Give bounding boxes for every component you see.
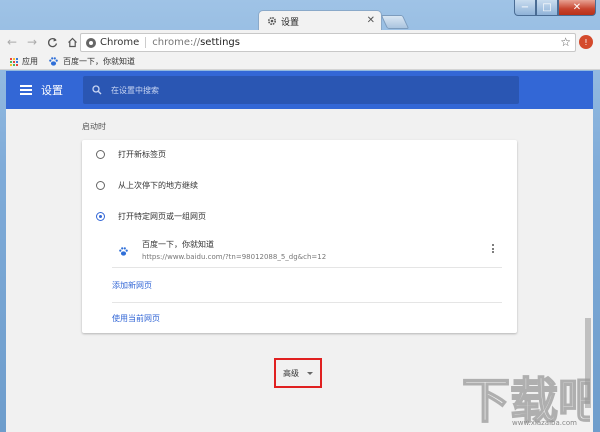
- minimize-button[interactable]: −: [514, 0, 536, 16]
- search-placeholder: 在设置中搜索: [111, 85, 159, 95]
- settings-search-input[interactable]: 在设置中搜索: [83, 76, 519, 104]
- apps-grid-icon[interactable]: [10, 57, 18, 66]
- startup-page-title: 百度一下，你就知道: [142, 240, 214, 249]
- url-scheme: chrome://: [152, 37, 201, 48]
- bookmarks-bar: 应用 百度一下，你就知道: [0, 54, 600, 70]
- address-bar[interactable]: Chrome chrome:// settings ☆: [80, 33, 576, 52]
- radio-continue[interactable]: [96, 181, 105, 190]
- startup-page-item: 百度一下，你就知道 https://www.baidu.com/?tn=9801…: [112, 232, 502, 268]
- bookmark-star-icon[interactable]: ☆: [560, 35, 571, 49]
- window-controls: − □ ✕: [514, 0, 596, 16]
- profile-alert-icon[interactable]: !: [579, 35, 593, 49]
- settings-header: 设置 在设置中搜索: [6, 71, 593, 109]
- section-label-on-startup: 启动时: [82, 122, 106, 131]
- more-vert-icon[interactable]: [492, 244, 494, 253]
- toolbar: ← → Chrome chrome:// settings ☆ !: [0, 30, 600, 54]
- add-page-link[interactable]: 添加新网页: [112, 280, 502, 291]
- close-window-button[interactable]: ✕: [558, 0, 596, 16]
- close-tab-icon[interactable]: ✕: [367, 15, 375, 26]
- maximize-button[interactable]: □: [536, 0, 558, 16]
- startup-option-continue[interactable]: 从上次停下的地方继续: [96, 180, 198, 191]
- watermark-url: www.xiazaiba.com: [512, 419, 577, 427]
- tab-settings[interactable]: 设置 ✕: [258, 10, 382, 31]
- chrome-site-icon: [86, 37, 96, 48]
- radio-label: 打开特定网页或一组网页: [118, 212, 206, 221]
- back-icon[interactable]: ←: [4, 34, 20, 50]
- watermark-logo: 下载吧: [460, 367, 600, 430]
- forward-icon[interactable]: →: [24, 34, 40, 50]
- startup-option-new-tab[interactable]: 打开新标签页: [96, 149, 166, 160]
- startup-page-url: https://www.baidu.com/?tn=98012088_5_dg&…: [142, 253, 327, 261]
- radio-new-tab[interactable]: [96, 150, 105, 159]
- radio-label: 打开新标签页: [118, 150, 166, 159]
- home-icon[interactable]: [64, 34, 80, 50]
- advanced-button[interactable]: 高级: [274, 358, 322, 388]
- caret-down-icon: [307, 371, 313, 375]
- search-icon: [92, 85, 102, 95]
- gear-icon: [267, 16, 277, 26]
- menu-icon[interactable]: [20, 85, 32, 95]
- bookmark-apps[interactable]: 应用: [22, 56, 38, 67]
- use-current-pages-link[interactable]: 使用当前网页: [112, 302, 502, 324]
- reload-icon[interactable]: [44, 34, 60, 50]
- radio-specific-pages[interactable]: [96, 212, 105, 221]
- bookmark-baidu[interactable]: 百度一下，你就知道: [63, 56, 135, 67]
- paw-icon: [118, 246, 129, 257]
- startup-card: 打开新标签页 从上次停下的地方继续 打开特定网页或一组网页 百度一下，你就知道 …: [82, 140, 517, 333]
- paw-icon: [48, 56, 59, 67]
- advanced-label: 高级: [283, 368, 299, 378]
- radio-label: 从上次停下的地方继续: [118, 181, 198, 190]
- site-label: Chrome: [100, 37, 147, 48]
- page-title: 设置: [41, 84, 63, 97]
- startup-option-specific-pages[interactable]: 打开特定网页或一组网页: [96, 211, 206, 222]
- url-path: settings: [200, 37, 240, 48]
- tab-title: 设置: [281, 17, 300, 28]
